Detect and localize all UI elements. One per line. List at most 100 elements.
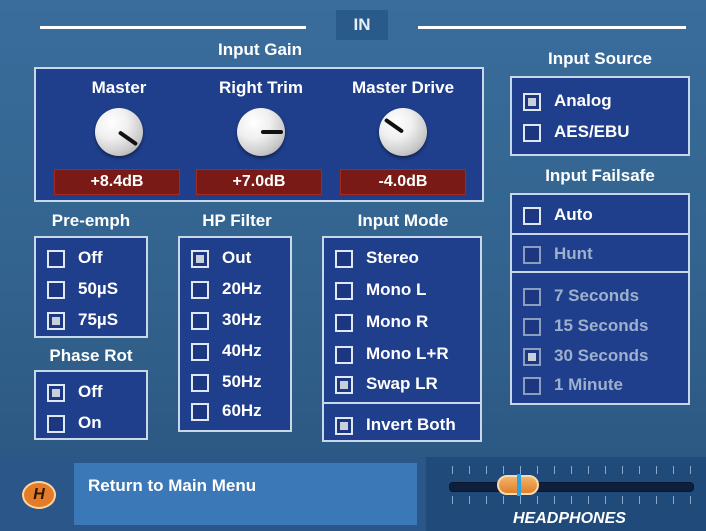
slider-tick [588, 466, 589, 474]
option-label: 15 Seconds [554, 316, 649, 335]
pre-emph-75us[interactable]: 75µS [36, 305, 146, 335]
home-button[interactable]: H [22, 481, 56, 509]
slider-tick [486, 496, 487, 504]
failsafe-1-minute[interactable]: 1 Minute [512, 370, 688, 400]
option-label: Swap LR [366, 374, 438, 393]
failsafe-auto[interactable]: Auto [512, 200, 688, 230]
input-failsafe-panel: Auto Hunt 7 Seconds 15 Seconds 30 Second… [510, 193, 690, 405]
slider-tick [520, 466, 521, 474]
input-source-analog[interactable]: Analog [512, 86, 688, 116]
checkbox[interactable] [523, 124, 541, 142]
pre-emph-off[interactable]: Off [36, 243, 146, 273]
master-drive-knob[interactable] [379, 108, 427, 156]
slider-tick [639, 466, 640, 474]
checkbox[interactable] [47, 250, 65, 268]
slider-tick [622, 466, 623, 474]
input-mode-invert-both[interactable]: Invert Both [324, 410, 480, 440]
option-label: Hunt [554, 244, 593, 263]
slider-tick [605, 466, 606, 474]
checkbox[interactable] [191, 403, 209, 421]
checkbox[interactable] [523, 348, 541, 366]
master-drive-value: -4.0dB [340, 169, 466, 195]
input-mode-mono-r[interactable]: Mono R [324, 307, 480, 337]
failsafe-30-seconds[interactable]: 30 Seconds [512, 341, 688, 371]
slider-tick [537, 496, 538, 504]
divider [324, 402, 480, 404]
option-label: Off [78, 248, 103, 267]
checkbox[interactable] [523, 93, 541, 111]
checkbox[interactable] [47, 384, 65, 402]
input-settings-screen: IN Input Gain Master Right Trim Master D… [0, 0, 706, 457]
checkbox[interactable] [335, 376, 353, 394]
checkbox[interactable] [335, 250, 353, 268]
phase-rot-off[interactable]: Off [36, 377, 146, 407]
slider-tick [452, 496, 453, 504]
option-label: Stereo [366, 248, 419, 267]
slider-tick [656, 466, 657, 474]
option-label: Invert Both [366, 415, 456, 434]
option-label: 40Hz [222, 341, 262, 360]
checkbox[interactable] [523, 377, 541, 395]
slider-tick [503, 496, 504, 504]
hp-filter-30hz[interactable]: 30Hz [180, 305, 290, 335]
headphones-slider-track[interactable] [449, 482, 694, 492]
checkbox[interactable] [47, 312, 65, 330]
checkbox[interactable] [335, 346, 353, 364]
checkbox[interactable] [191, 281, 209, 299]
checkbox[interactable] [191, 250, 209, 268]
headphones-label: HEADPHONES [513, 510, 626, 527]
checkbox[interactable] [191, 312, 209, 330]
checkbox[interactable] [523, 246, 541, 264]
input-mode-stereo[interactable]: Stereo [324, 243, 480, 273]
input-mode-panel: Stereo Mono L Mono R Mono L+R Swap LR In… [322, 236, 482, 442]
checkbox[interactable] [47, 415, 65, 433]
checkbox[interactable] [523, 318, 541, 336]
hp-filter-60hz[interactable]: 60Hz [180, 396, 290, 426]
option-label: 50µS [78, 279, 119, 298]
checkbox[interactable] [523, 207, 541, 225]
failsafe-hunt[interactable]: Hunt [512, 239, 688, 269]
input-gain-panel: Master Right Trim Master Drive +8.4dB +7… [34, 67, 484, 202]
checkbox[interactable] [335, 314, 353, 332]
slider-tick [571, 496, 572, 504]
checkbox[interactable] [523, 288, 541, 306]
input-mode-mono-lr[interactable]: Mono L+R [324, 339, 480, 369]
knob-label-right-trim: Right Trim [218, 78, 304, 97]
slider-tick [673, 496, 674, 504]
checkbox[interactable] [191, 374, 209, 392]
hp-filter-40hz[interactable]: 40Hz [180, 336, 290, 366]
header-rule-left [40, 26, 306, 29]
input-failsafe-title: Input Failsafe [545, 166, 655, 185]
input-mode-swap-lr[interactable]: Swap LR [324, 369, 480, 399]
slider-tick [571, 466, 572, 474]
slider-tick [469, 496, 470, 504]
hp-filter-out[interactable]: Out [180, 243, 290, 273]
phase-rot-on[interactable]: On [36, 408, 146, 438]
master-knob[interactable] [95, 108, 143, 156]
checkbox[interactable] [335, 282, 353, 300]
header-rule-right [418, 26, 686, 29]
knob-label-master-drive: Master Drive [351, 78, 455, 97]
slider-tick [690, 496, 691, 504]
checkbox[interactable] [335, 417, 353, 435]
input-source-aes-ebu[interactable]: AES/EBU [512, 117, 688, 147]
checkbox[interactable] [47, 281, 65, 299]
hp-filter-20hz[interactable]: 20Hz [180, 274, 290, 304]
pre-emph-50us[interactable]: 50µS [36, 274, 146, 304]
input-mode-mono-l[interactable]: Mono L [324, 275, 480, 305]
slider-tick [520, 496, 521, 504]
right-trim-knob[interactable] [237, 108, 285, 156]
slider-tick [673, 466, 674, 474]
option-label: 75µS [78, 310, 119, 329]
option-label: Analog [554, 91, 612, 110]
phase-rot-title: Phase Rot [49, 346, 133, 365]
failsafe-15-seconds[interactable]: 15 Seconds [512, 311, 688, 341]
input-gain-title: Input Gain [217, 40, 303, 59]
hp-filter-50hz[interactable]: 50Hz [180, 367, 290, 397]
checkbox[interactable] [191, 343, 209, 361]
option-label: AES/EBU [554, 122, 630, 141]
option-label: 30 Seconds [554, 346, 649, 365]
master-knob-pointer [117, 130, 139, 147]
slider-tick [469, 466, 470, 474]
failsafe-7-seconds[interactable]: 7 Seconds [512, 281, 688, 311]
